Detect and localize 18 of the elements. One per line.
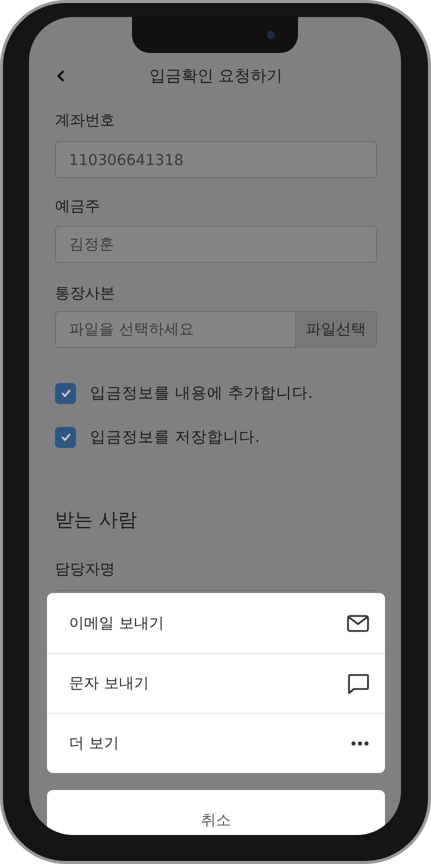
checkbox-label: 입금정보를 저장합니다. [90,426,260,448]
field-label: 계좌번호 [55,110,115,131]
field-label: 담당자명 [55,559,115,580]
field-label: 예금주 [55,196,100,217]
mail-icon [347,614,369,632]
check-icon [60,389,70,397]
section-title: 받는 사람 [55,508,138,533]
page-title: 입금확인 요청하기 [149,66,283,86]
cancel-button[interactable]: 취소 [47,790,385,835]
more-icon [351,741,369,746]
checkbox[interactable] [55,426,76,448]
checkbox[interactable] [55,382,76,404]
message-icon [348,674,369,694]
checkbox-label: 입금정보를 내용에 추가합니다. [90,382,313,404]
check-icon [60,433,70,441]
action-item[interactable]: 더 보기 [47,713,385,773]
field-label: 통장사본 [55,283,115,304]
back-icon[interactable] [57,70,65,82]
